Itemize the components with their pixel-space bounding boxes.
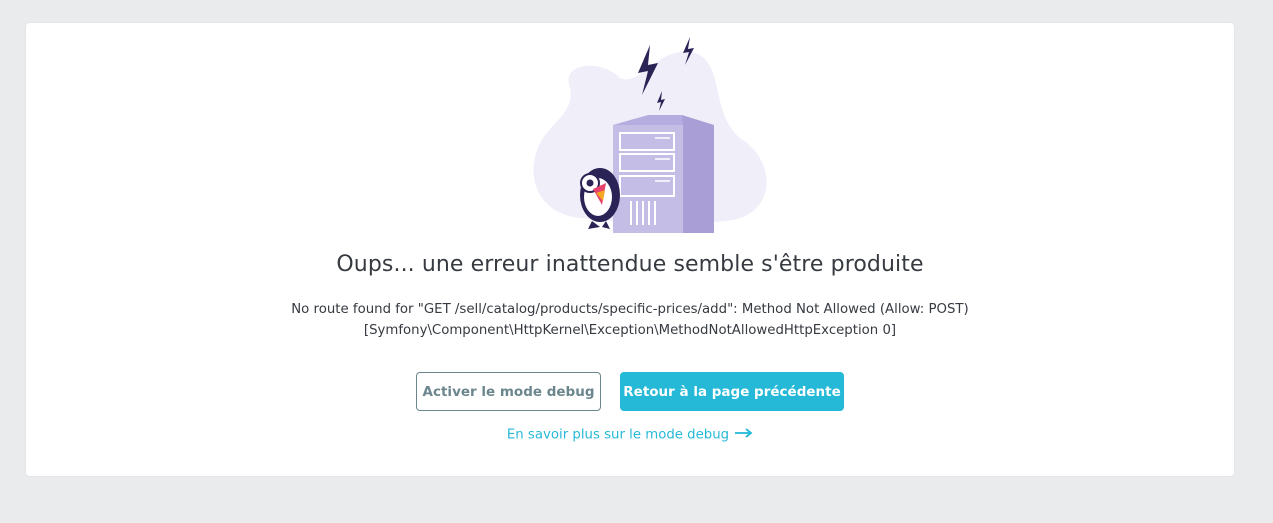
learn-more-debug-link[interactable]: En savoir plus sur le mode debug bbox=[26, 427, 1234, 443]
server-side bbox=[682, 115, 714, 233]
server-error-illustration bbox=[510, 33, 790, 243]
error-message-route: No route found for "GET /sell/catalog/pr… bbox=[291, 302, 969, 317]
learn-more-debug-label: En savoir plus sur le mode debug bbox=[506, 427, 730, 443]
error-message-exception: [Symfony\Component\HttpKernel\Exception\… bbox=[363, 323, 897, 338]
back-button[interactable]: Retour à la page précédente bbox=[620, 372, 844, 411]
server-error-icon bbox=[533, 37, 767, 233]
arrow-right-icon bbox=[735, 427, 753, 442]
error-message: No route found for "GET /sell/catalog/pr… bbox=[26, 299, 1234, 341]
enable-debug-button[interactable]: Activer le mode debug bbox=[416, 372, 601, 411]
error-card: Oups... une erreur inattendue semble s'ê… bbox=[26, 23, 1234, 476]
error-title: Oups... une erreur inattendue semble s'ê… bbox=[336, 252, 924, 277]
